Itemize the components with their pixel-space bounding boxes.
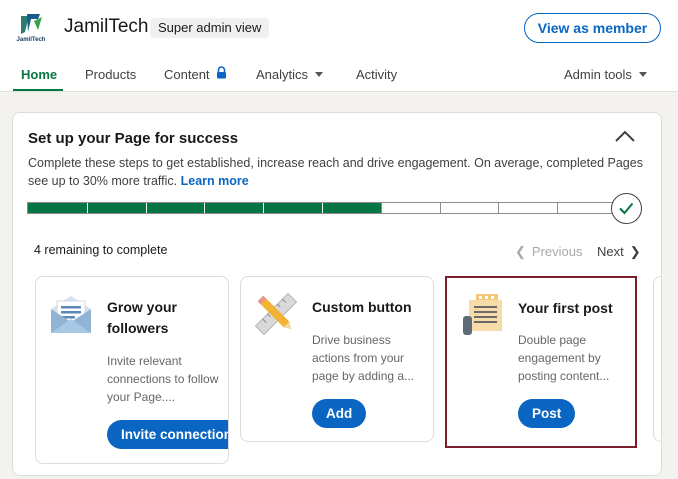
tab-activity[interactable]: Activity: [356, 67, 397, 82]
organization-name: JamilTech: [64, 16, 149, 37]
super-admin-badge: Super admin view: [150, 18, 270, 38]
tab-products[interactable]: Products: [85, 67, 136, 82]
task-card-first-post: Your first post Double page engagement b…: [445, 276, 637, 448]
progress-segment-divider: [498, 203, 500, 213]
active-tab-indicator: [13, 89, 63, 91]
check-icon: [611, 193, 642, 224]
tab-analytics-label: Analytics: [256, 67, 309, 82]
admin-tools-menu[interactable]: Admin tools: [564, 67, 647, 82]
setup-progress-bar: [27, 202, 617, 214]
chevron-down-icon: [315, 72, 324, 78]
task-card-custom-button: Custom button Drive business actions fro…: [240, 276, 434, 442]
post-button[interactable]: Post: [518, 399, 576, 428]
progress-segment-divider: [322, 203, 323, 213]
chevron-right-icon: ❯: [629, 244, 641, 259]
admin-tools-label: Admin tools: [564, 67, 632, 82]
progress-segment-divider: [439, 203, 441, 213]
lock-icon: [216, 65, 227, 82]
learn-more-link[interactable]: Learn more: [181, 174, 249, 188]
task-title: Custom button: [312, 299, 412, 315]
task-title: Your first post: [518, 300, 613, 316]
svg-text:JamilTech: JamilTech: [17, 37, 46, 43]
task-description: Double page engagement by posting conten…: [518, 333, 610, 383]
tab-content-label: Content: [164, 67, 210, 82]
setup-title: Set up your Page for success: [28, 130, 239, 147]
page-nav: Home Products Content Analytics Activity…: [0, 60, 678, 92]
tab-content[interactable]: Content: [164, 65, 227, 84]
document-icon: [459, 292, 505, 338]
tab-activity-label: Activity: [356, 67, 398, 82]
next-label: Next: [597, 244, 624, 259]
tab-products-label: Products: [85, 67, 137, 82]
setup-description-text: Complete these steps to get established,…: [28, 156, 643, 188]
add-button[interactable]: Add: [312, 399, 367, 428]
progress-segment-divider: [263, 203, 265, 213]
task-description: Drive business actions from your page by…: [312, 333, 415, 383]
tab-analytics[interactable]: Analytics: [256, 67, 324, 82]
progress-segment-divider: [86, 203, 88, 213]
progress-segment-divider: [557, 203, 559, 213]
tab-home-label: Home: [21, 67, 58, 82]
chevron-up-icon[interactable]: [614, 129, 636, 143]
setup-page-card: Set up your Page for success Complete th…: [12, 112, 662, 476]
progress-segment-divider: [380, 203, 382, 213]
company-logo[interactable]: JamilTech: [12, 10, 50, 46]
task-description: Invite relevant connections to follow yo…: [107, 354, 219, 404]
view-as-member-button[interactable]: View as member: [524, 13, 661, 43]
ruler-pencil-icon: [253, 291, 299, 337]
next-button[interactable]: Next ❯: [597, 244, 641, 260]
chevron-down-icon: [638, 72, 647, 78]
remaining-count: 4 remaining to complete: [34, 243, 168, 257]
previous-button[interactable]: ❮ Previous: [515, 244, 582, 260]
invite-connections-button[interactable]: Invite connections: [107, 420, 228, 449]
task-title: Grow your followers: [107, 299, 178, 336]
previous-label: Previous: [531, 244, 583, 259]
progress-segment-divider: [204, 203, 206, 213]
envelope-icon: [48, 291, 94, 337]
progress-segment-divider: [145, 203, 147, 213]
setup-description: Complete these steps to get established,…: [28, 154, 648, 190]
page-header: JamilTech JamilTech Super admin view Vie…: [0, 0, 678, 92]
tab-home[interactable]: Home: [21, 67, 57, 82]
next-task-card-partial: [653, 276, 661, 442]
task-card-grow-followers: Grow your followers Invite relevant conn…: [35, 276, 229, 464]
chevron-left-icon: ❮: [515, 244, 526, 259]
